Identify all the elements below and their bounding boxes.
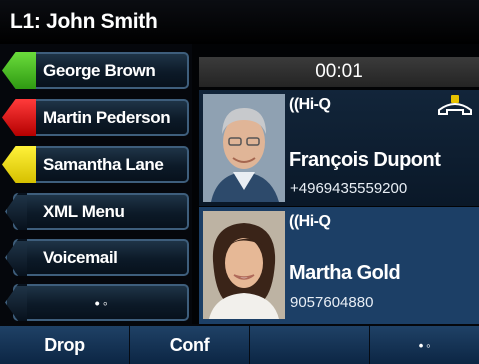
status-busy-icon: [2, 99, 36, 136]
key-edge-icon: [5, 284, 27, 321]
line-key-voicemail[interactable]: Voicemail: [5, 239, 189, 276]
caller-photo: [203, 211, 285, 319]
line-key-martin-pederson[interactable]: Martin Pederson: [2, 99, 189, 136]
caller-number: 9057604880: [290, 294, 374, 311]
line-key-label: Samantha Lane: [43, 154, 164, 174]
line-title-bar: L1: John Smith: [0, 0, 479, 44]
line-key-label: Martin Pederson: [43, 107, 171, 127]
woman-portrait-icon: [203, 211, 285, 319]
man-portrait-icon: [203, 94, 285, 202]
line-key-xml-menu[interactable]: XML Menu: [5, 193, 189, 230]
status-available-icon: [2, 52, 36, 89]
line-key-label: George Brown: [43, 60, 156, 80]
handset-connected-icon: [438, 95, 472, 115]
call-timer: 00:01: [199, 57, 479, 87]
page-indicator: • ◦: [94, 294, 108, 311]
softkey-page-indicator[interactable]: • ◦: [370, 326, 479, 364]
caller-photo: [203, 94, 285, 202]
line-key-label: Voicemail: [43, 247, 118, 267]
phone-screen: L1: John Smith George Brown Martin Peder…: [0, 0, 479, 364]
line-key-label: XML Menu: [43, 201, 125, 221]
conference-button[interactable]: Conf: [130, 326, 250, 364]
line-key-more-pages[interactable]: • ◦: [5, 284, 189, 321]
key-edge-icon: [5, 193, 27, 230]
call-panel-active[interactable]: ((Hi-Q François Dupont +4969435559200: [199, 90, 479, 206]
drop-button[interactable]: Drop: [0, 326, 130, 364]
hiq-codec-icon: ((Hi-Q: [289, 213, 331, 230]
key-edge-icon: [5, 239, 27, 276]
line-title: L1: John Smith: [10, 10, 158, 33]
caller-number: +4969435559200: [290, 180, 408, 197]
softkey-bar: Drop Conf • ◦: [0, 326, 479, 364]
empty-softkey[interactable]: [250, 326, 370, 364]
hiq-codec-icon: ((Hi-Q: [289, 96, 331, 113]
line-key-samantha-lane[interactable]: Samantha Lane: [2, 146, 189, 183]
status-ringing-icon: [2, 146, 36, 183]
line-key-george-brown[interactable]: George Brown: [2, 52, 189, 89]
call-timer-value: 00:01: [315, 61, 363, 82]
call-panel-held[interactable]: ((Hi-Q Martha Gold 9057604880: [199, 207, 479, 324]
caller-name: François Dupont: [289, 149, 441, 171]
caller-name: Martha Gold: [289, 262, 401, 284]
